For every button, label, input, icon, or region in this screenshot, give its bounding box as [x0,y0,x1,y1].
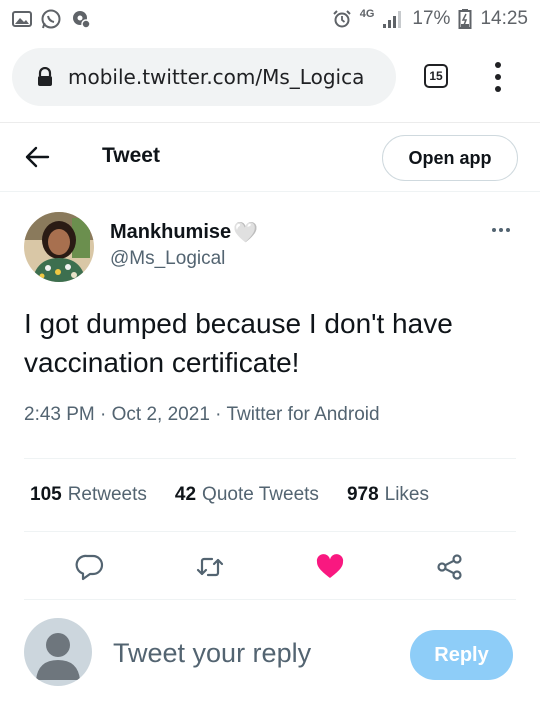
tweet-author: Mankhumise 🤍 @Ms_Logical [0,192,540,292]
retweets-stat[interactable]: 105 Retweets [30,484,147,506]
likes-stat[interactable]: 978 Likes [347,484,429,506]
signal-strength-icon [382,9,404,29]
reply-button[interactable]: Reply [410,630,513,680]
tweet-source[interactable]: Twitter for Android [226,404,379,425]
network-type: 4G [359,8,375,20]
white-heart-emoji: 🤍 [233,220,259,245]
whatsapp-notification-icon [40,8,62,30]
browser-toolbar: mobile.twitter.com/Ms_Logica 15 [0,38,540,120]
more-options-icon[interactable] [492,228,510,232]
tweet-date[interactable]: Oct 2, 2021 [112,404,210,425]
tweet-stats: 105 Retweets 42 Quote Tweets 978 Likes [24,458,516,532]
tweet-text: I got dumped because I don't have vaccin… [24,308,453,378]
meta-separator: · [100,404,107,425]
author-display-name[interactable]: Mankhumise [110,221,231,244]
share-icon[interactable] [435,552,465,582]
retweets-label: Retweets [67,484,147,505]
reply-input[interactable]: Tweet your reply [113,638,311,669]
tweet-time[interactable]: 2:43 PM [24,404,95,425]
tweet-metadata: 2:43 PM · Oct 2, 2021 · Twitter for Andr… [24,404,380,426]
quote-tweets-stat[interactable]: 42 Quote Tweets [175,484,319,506]
likes-label: Likes [384,484,429,505]
quotes-label: Quote Tweets [202,484,319,505]
default-avatar-icon [24,618,92,686]
quotes-count: 42 [174,484,197,505]
reply-icon[interactable] [75,552,105,582]
likes-count: 978 [346,484,379,505]
browser-menu-icon[interactable] [492,62,504,92]
battery-percentage: 17% [412,8,451,29]
lock-icon[interactable] [36,67,54,87]
tweet-actions [24,532,516,600]
address-bar[interactable]: mobile.twitter.com/Ms_Logica [12,48,396,106]
like-heart-icon[interactable] [315,552,345,582]
avatar[interactable] [24,212,94,282]
tweet-header: Tweet Open app [0,122,540,192]
retweets-count: 105 [30,484,62,505]
tab-switcher-button[interactable]: 15 [424,64,448,88]
alarm-icon [332,9,352,29]
url-text[interactable]: mobile.twitter.com/Ms_Logica [68,65,368,89]
meta-separator: · [215,404,222,425]
page-title: Tweet [102,144,160,167]
battery-icon [458,8,472,30]
android-status-bar: 4G 17% 14:25 [0,0,540,38]
open-app-button[interactable]: Open app [382,135,518,181]
reply-composer: Tweet your reply Reply [0,602,540,709]
gallery-notification-icon [12,10,32,28]
author-handle[interactable]: @Ms_Logical [110,248,225,270]
back-arrow-icon[interactable] [24,145,52,169]
author-name[interactable]: Mankhumise 🤍 [110,220,259,245]
settings-notification-icon [70,8,92,30]
retweet-icon[interactable] [195,552,225,582]
clock: 14:25 [480,8,528,29]
